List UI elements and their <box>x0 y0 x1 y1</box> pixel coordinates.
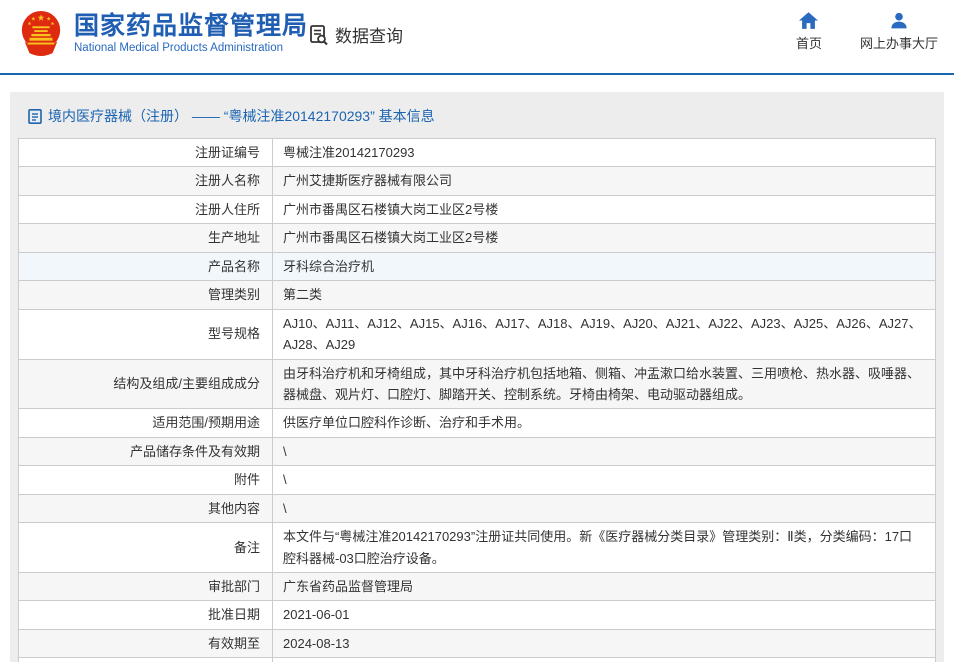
table-row: 管理类别第二类 <box>19 281 936 309</box>
table-row: 备注本文件与“粤械注准20142170293”注册证共同使用。新《医疗器械分类目… <box>19 523 936 573</box>
row-label: 产品名称 <box>19 252 273 280</box>
row-label: 变更情况 <box>19 658 273 662</box>
user-icon <box>890 12 908 29</box>
home-icon <box>799 12 818 29</box>
row-label: 产品储存条件及有效期 <box>19 437 273 465</box>
table-row: 结构及组成/主要组成成分由牙科治疗机和牙椅组成，其中牙科治疗机包括地箱、侧箱、冲… <box>19 359 936 409</box>
row-value: 广州艾捷斯医疗器械有限公司 <box>273 167 936 195</box>
row-value: 粤械注准20142170293 <box>273 139 936 167</box>
row-label: 注册人住所 <box>19 195 273 223</box>
brand: 国家药品监督管理局 National Medical Products Admi… <box>18 9 308 57</box>
row-value: \ <box>273 466 936 494</box>
table-row: 注册人名称广州艾捷斯医疗器械有限公司 <box>19 167 936 195</box>
header-divider <box>0 73 954 75</box>
registration-table: 注册证编号粤械注准20142170293注册人名称广州艾捷斯医疗器械有限公司注册… <box>18 138 936 662</box>
top-nav: 首页 网上办事大厅 <box>796 12 938 52</box>
site-subtitle: National Medical Products Administration <box>74 42 308 54</box>
row-value: \ <box>273 437 936 465</box>
row-label: 管理类别 <box>19 281 273 309</box>
row-label: 型号规格 <box>19 309 273 359</box>
table-row: 批准日期2021-06-01 <box>19 601 936 629</box>
table-row: 适用范围/预期用途供医疗单位口腔科作诊断、治疗和手术用。 <box>19 409 936 437</box>
table-row: 注册证编号粤械注准20142170293 <box>19 139 936 167</box>
row-label: 其他内容 <box>19 494 273 522</box>
row-value: 由牙科治疗机和牙椅组成，其中牙科治疗机包括地箱、侧箱、冲盂漱口给水装置、三用喷枪… <box>273 359 936 409</box>
row-value <box>273 658 936 662</box>
brand-text: 国家药品监督管理局 National Medical Products Admi… <box>74 12 308 55</box>
row-value: \ <box>273 494 936 522</box>
site-title: 国家药品监督管理局 <box>74 12 308 41</box>
row-value: 2021-06-01 <box>273 601 936 629</box>
row-label: 注册证编号 <box>19 139 273 167</box>
row-value: 本文件与“粤械注准20142170293”注册证共同使用。新《医疗器械分类目录》… <box>273 523 936 573</box>
table-row: 产品储存条件及有效期\ <box>19 437 936 465</box>
nav-online-hall[interactable]: 网上办事大厅 <box>860 12 938 52</box>
row-label: 结构及组成/主要组成成分 <box>19 359 273 409</box>
row-value: 广州市番禺区石楼镇大岗工业区2号楼 <box>273 195 936 223</box>
row-label: 适用范围/预期用途 <box>19 409 273 437</box>
data-query-nav[interactable]: 数据查询 <box>308 22 403 47</box>
nav-home[interactable]: 首页 <box>796 12 822 52</box>
row-value: 广东省药品监督管理局 <box>273 573 936 601</box>
content-area: 境内医疗器械（注册） —— “粤械注准20142170293” 基本信息 注册证… <box>10 92 944 662</box>
table-row: 其他内容\ <box>19 494 936 522</box>
row-label: 注册人名称 <box>19 167 273 195</box>
row-value: 牙科综合治疗机 <box>273 252 936 280</box>
table-row: 生产地址广州市番禺区石楼镇大岗工业区2号楼 <box>19 224 936 252</box>
row-label: 备注 <box>19 523 273 573</box>
row-label: 附件 <box>19 466 273 494</box>
row-label: 有效期至 <box>19 629 273 657</box>
row-label: 生产地址 <box>19 224 273 252</box>
row-value: 供医疗单位口腔科作诊断、治疗和手术用。 <box>273 409 936 437</box>
table-row: 审批部门广东省药品监督管理局 <box>19 573 936 601</box>
row-value: 广州市番禺区石楼镇大岗工业区2号楼 <box>273 224 936 252</box>
row-label: 审批部门 <box>19 573 273 601</box>
table-row: 注册人住所广州市番禺区石楼镇大岗工业区2号楼 <box>19 195 936 223</box>
row-value: 2024-08-13 <box>273 629 936 657</box>
national-emblem-logo <box>18 9 64 57</box>
table-row: 产品名称牙科综合治疗机 <box>19 252 936 280</box>
data-query-label: 数据查询 <box>335 22 403 47</box>
data-query-icon <box>308 24 330 46</box>
table-row: 有效期至2024-08-13 <box>19 629 936 657</box>
page: 国家药品监督管理局 National Medical Products Admi… <box>0 0 954 662</box>
nav-home-label: 首页 <box>796 33 822 52</box>
table-row: 型号规格AJ10、AJ11、AJ12、AJ15、AJ16、AJ17、AJ18、A… <box>19 309 936 359</box>
nav-hall-label: 网上办事大厅 <box>860 33 938 52</box>
document-icon <box>28 109 42 124</box>
breadcrumb: 境内医疗器械（注册） —— “粤械注准20142170293” 基本信息 <box>18 100 936 138</box>
table-row: 附件\ <box>19 466 936 494</box>
row-value: 第二类 <box>273 281 936 309</box>
row-value: AJ10、AJ11、AJ12、AJ15、AJ16、AJ17、AJ18、AJ19、… <box>273 309 936 359</box>
table-row: 变更情况 <box>19 658 936 662</box>
site-header: 国家药品监督管理局 National Medical Products Admi… <box>0 0 954 73</box>
breadcrumb-text: 境内医疗器械（注册） —— “粤械注准20142170293” 基本信息 <box>48 106 435 126</box>
row-label: 批准日期 <box>19 601 273 629</box>
